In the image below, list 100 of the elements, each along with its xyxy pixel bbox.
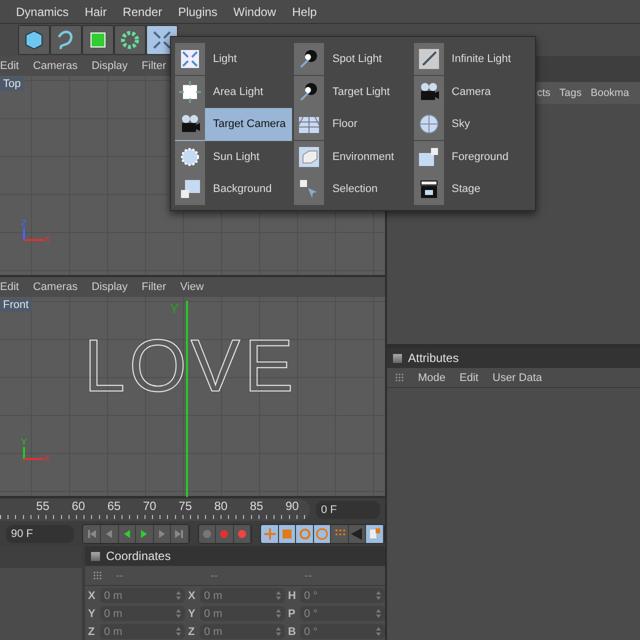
viewport-menu-item[interactable]: Cameras <box>32 60 78 72</box>
move-icon <box>262 527 277 542</box>
axis-letter: Z <box>88 626 96 638</box>
axis-letter: Y <box>88 608 96 620</box>
axis-letter: Z <box>188 626 196 638</box>
panel-menu-item[interactable]: cts <box>537 87 550 99</box>
axis-label: Z <box>21 218 26 228</box>
viewport-menu-item[interactable]: Display <box>92 60 128 72</box>
axis-letter: X <box>88 590 96 602</box>
tool-button[interactable] <box>348 525 366 544</box>
column-header: -- <box>210 570 219 582</box>
spinner-icon <box>276 591 281 600</box>
frame-number: 85 <box>248 499 264 514</box>
cube-ring-icon <box>119 29 141 51</box>
axis-label: Y <box>170 301 179 316</box>
viewport-menu-item[interactable]: View <box>180 281 204 294</box>
play-icon <box>139 529 150 540</box>
prev-key-button[interactable] <box>100 525 119 544</box>
menu-item[interactable]: Window <box>233 4 276 18</box>
panel-menu-item[interactable]: Tags <box>559 87 582 99</box>
menu-item[interactable]: Floor <box>294 108 412 140</box>
param-icon <box>315 527 330 542</box>
menu-item[interactable]: Sun Light <box>175 140 292 173</box>
next-key-button[interactable] <box>154 525 172 544</box>
column-header: -- <box>304 570 313 582</box>
menu-item[interactable]: Stage <box>414 173 531 206</box>
menu-item[interactable]: Light <box>175 43 292 76</box>
axis-gizmo-drawing <box>20 228 46 244</box>
play-button[interactable] <box>136 525 154 544</box>
menu-item[interactable]: Render <box>122 4 162 18</box>
last-frame-button[interactable] <box>171 525 189 544</box>
help-button[interactable] <box>234 525 252 544</box>
axis-label: Y <box>21 437 28 448</box>
panel-menu-item[interactable]: User Data <box>492 372 542 384</box>
spinner-icon <box>376 627 381 636</box>
frame-number: 75 <box>178 499 193 514</box>
toolbar-button[interactable] <box>114 25 146 55</box>
area-light-icon <box>179 80 201 103</box>
menu-item[interactable]: Area Light <box>175 76 292 108</box>
rotate-icon <box>298 527 312 542</box>
record-icon <box>219 529 230 540</box>
viewport-menu-item[interactable]: Filter <box>142 60 166 72</box>
menu-item[interactable]: Hair <box>84 4 107 18</box>
toolbar-button[interactable] <box>18 25 50 55</box>
autokey-button[interactable] <box>216 525 234 544</box>
menu-item[interactable]: Selection <box>294 173 412 206</box>
panel-menu-item[interactable]: Mode <box>418 372 446 384</box>
end-frame-field[interactable]: 90 F <box>6 525 74 544</box>
menu-item[interactable]: Spot Light <box>294 43 412 76</box>
menu-item[interactable]: Sky <box>414 108 531 140</box>
foreground-icon <box>418 146 440 168</box>
sun-icon <box>179 146 201 168</box>
tool-button[interactable] <box>296 525 314 544</box>
frame-number: 55 <box>35 499 50 514</box>
scale-icon <box>280 527 294 542</box>
panel-title: Coordinates <box>106 549 171 563</box>
layout-icon <box>368 527 382 542</box>
viewport-label: Top <box>0 77 24 91</box>
menu-item[interactable]: Dynamics <box>16 4 69 18</box>
menu-item[interactable]: Infinite Light <box>414 43 531 76</box>
frame-number: 80 <box>213 499 229 514</box>
menu-item[interactable]: Help <box>292 4 317 18</box>
viewport-menu-item[interactable]: Edit <box>0 281 19 294</box>
first-frame-button[interactable] <box>83 525 101 544</box>
tool-button[interactable] <box>278 525 296 544</box>
frame-number: 60 <box>70 499 86 514</box>
tool-button[interactable] <box>314 525 332 544</box>
menu-item[interactable]: Environment <box>294 140 412 173</box>
panel-menu-item[interactable]: Bookma <box>590 87 630 99</box>
viewport-menu-item[interactable]: Display <box>92 281 128 294</box>
record-icon <box>236 529 247 540</box>
menu-item[interactable]: Plugins <box>178 4 218 18</box>
background-icon <box>179 178 201 200</box>
viewport-menu-item[interactable]: Filter <box>142 281 166 294</box>
toolbar-button[interactable] <box>82 25 114 55</box>
viewport-label: Front <box>0 298 32 312</box>
timeline-ruler[interactable]: 55 60 65 70 75 80 85 90 <box>0 499 310 522</box>
toolbar-button[interactable] <box>50 25 82 55</box>
menu-item[interactable]: Target Light <box>294 76 412 108</box>
skip-forward-icon <box>174 529 184 540</box>
panel-square-icon <box>393 354 402 362</box>
tool-button[interactable] <box>261 525 279 544</box>
menu-item[interactable]: Foreground <box>414 140 531 173</box>
menu-item[interactable]: Target Camera <box>175 108 292 140</box>
menu-item[interactable]: Camera <box>414 76 531 108</box>
record-button[interactable] <box>198 525 216 544</box>
light-arrows-icon <box>179 48 201 70</box>
box-icon <box>298 146 320 168</box>
play-backward-button[interactable] <box>118 525 136 544</box>
tool-button[interactable] <box>366 525 384 544</box>
clapperboard-icon <box>418 178 440 200</box>
frame-field[interactable]: 0 F <box>316 501 380 520</box>
viewport-menu-item[interactable]: Edit <box>0 60 19 72</box>
step-back-icon <box>104 529 114 540</box>
panel-square-icon <box>91 552 100 560</box>
menu-item[interactable]: Background <box>175 173 292 206</box>
axis-letter: X <box>188 590 196 602</box>
spinner-icon <box>376 609 381 618</box>
viewport-menu-item[interactable]: Cameras <box>32 281 78 294</box>
panel-menu-item[interactable]: Edit <box>460 372 478 384</box>
